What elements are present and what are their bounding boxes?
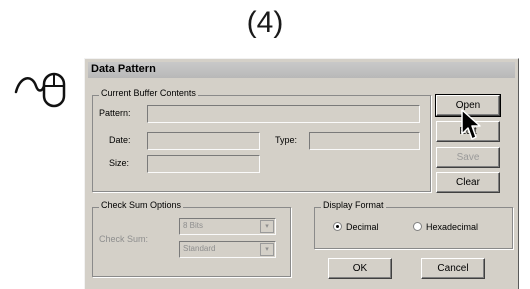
title-bar: Data Pattern	[88, 62, 515, 78]
display-format-legend: Display Format	[321, 200, 386, 210]
display-format-group: Display Format Decimal Hexadecimal	[314, 200, 513, 249]
cancel-button[interactable]: Cancel	[421, 258, 485, 279]
mouse-click-icon	[2, 56, 82, 112]
size-label: Size:	[109, 158, 130, 168]
radio-decimal[interactable]: Decimal	[333, 222, 379, 232]
step-number: (4)	[246, 6, 284, 39]
type-field[interactable]	[309, 132, 420, 150]
buffer-group-legend: Current Buffer Contents	[99, 88, 198, 98]
pattern-label: Pattern:	[99, 108, 131, 118]
radio-unselected-icon	[413, 222, 422, 231]
pattern-field[interactable]	[147, 105, 420, 123]
radio-decimal-label: Decimal	[346, 222, 379, 232]
chevron-down-icon[interactable]: ▾	[260, 220, 274, 233]
date-label: Date:	[109, 135, 131, 145]
checksum-type-value: Standard	[183, 244, 216, 253]
type-label: Type:	[275, 135, 298, 145]
ok-button[interactable]: OK	[328, 258, 392, 279]
checksum-bits-select[interactable]: 8 Bits ▾	[179, 218, 276, 235]
save-button[interactable]: Save	[436, 147, 500, 168]
checksum-label: Check Sum:	[99, 234, 149, 244]
chevron-down-icon[interactable]: ▾	[260, 243, 274, 256]
radio-selected-icon	[333, 222, 342, 231]
checksum-group: Check Sum Options Check Sum: 8 Bits ▾ St…	[92, 200, 291, 277]
radio-hexadecimal[interactable]: Hexadecimal	[413, 222, 478, 232]
size-field[interactable]	[147, 155, 260, 173]
buffer-group: Current Buffer Contents Pattern: Date: T…	[92, 88, 431, 192]
dialog-title: Data Pattern	[91, 63, 156, 75]
radio-hexadecimal-label: Hexadecimal	[426, 222, 479, 232]
clear-button[interactable]: Clear	[436, 172, 500, 193]
checksum-type-select[interactable]: Standard ▾	[179, 241, 276, 258]
date-field[interactable]	[147, 132, 260, 150]
checksum-group-legend: Check Sum Options	[99, 200, 184, 210]
checksum-bits-value: 8 Bits	[183, 221, 204, 230]
data-pattern-dialog: Data Pattern Current Buffer Contents Pat…	[84, 58, 519, 289]
arrow-cursor-icon	[460, 108, 482, 142]
